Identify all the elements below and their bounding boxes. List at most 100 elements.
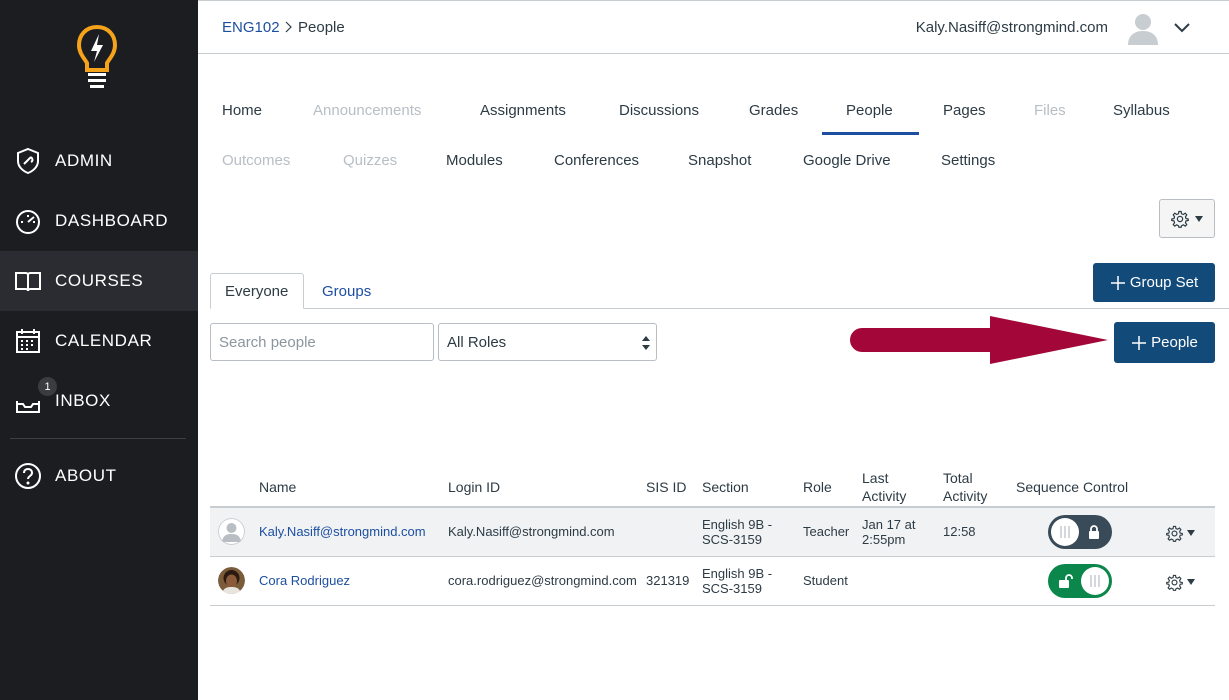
plus-icon: [1132, 335, 1147, 350]
tab-everyone[interactable]: Everyone: [210, 273, 304, 309]
tab-settings[interactable]: Settings: [941, 152, 995, 169]
group-set-label: Group Set: [1129, 274, 1199, 291]
section-line: English 9B -: [702, 517, 773, 532]
gear-icon: [1166, 574, 1183, 591]
caret-down-icon: [1195, 215, 1203, 222]
chevron-right-icon: [285, 21, 292, 33]
table-row: Kaly.Nasiff@strongmind.com Kaly.Nasiff@s…: [210, 508, 1215, 557]
tab-discussions[interactable]: Discussions: [619, 102, 699, 119]
table-row: Cora Rodriguez cora.rodriguez@strongmind…: [210, 557, 1215, 606]
tab-people[interactable]: People: [846, 102, 893, 119]
header-line: Activity: [943, 488, 988, 504]
tab-conferences[interactable]: Conferences: [554, 152, 639, 169]
add-group-set-button[interactable]: Group Set: [1093, 263, 1215, 302]
tab-syllabus[interactable]: Syllabus: [1113, 102, 1170, 119]
tab-announcements[interactable]: Announcements: [313, 102, 421, 119]
column-header-sequence-control[interactable]: Sequence Control: [1016, 478, 1128, 496]
tab-snapshot[interactable]: Snapshot: [688, 152, 751, 169]
sequence-control-toggle[interactable]: [1048, 515, 1112, 549]
column-header-section[interactable]: Section: [702, 478, 749, 496]
user-avatar-icon[interactable]: [1126, 11, 1160, 45]
tab-home[interactable]: Home: [222, 102, 262, 119]
last-activity-line: 2:55pm: [862, 532, 906, 547]
user-name-link[interactable]: Kaly.Nasiff@strongmind.com: [259, 524, 426, 539]
tab-files[interactable]: Files: [1034, 102, 1066, 119]
inbox-icon: 1: [14, 377, 57, 415]
column-header-role[interactable]: Role: [803, 478, 832, 496]
tab-google-drive[interactable]: Google Drive: [803, 152, 891, 169]
sidebar-item-inbox[interactable]: 1 INBOX: [0, 371, 198, 431]
tab-groups[interactable]: Groups: [308, 273, 385, 309]
user-avatar-photo[interactable]: [218, 567, 245, 594]
dashboard-gauge-icon: [14, 207, 42, 235]
breadcrumb-current-page: People: [298, 19, 345, 36]
sidebar-item-label: CALENDAR: [55, 331, 153, 350]
sidebar-item-label: COURSES: [55, 271, 144, 290]
sidebar-item-courses[interactable]: COURSES: [0, 251, 198, 311]
section-line: SCS-3159: [702, 532, 762, 547]
user-name-link[interactable]: Cora Rodriguez: [259, 573, 350, 588]
tab-quizzes[interactable]: Quizzes: [343, 152, 397, 169]
header-line: Activity: [862, 488, 907, 504]
column-header-total-activity[interactable]: Total Activity: [943, 469, 987, 505]
column-header-name[interactable]: Name: [259, 478, 296, 496]
roles-selected-value: All Roles: [447, 333, 507, 351]
grip-icon: [1090, 575, 1100, 587]
tab-assignments[interactable]: Assignments: [480, 102, 566, 119]
sidebar-item-dashboard[interactable]: DASHBOARD: [0, 191, 198, 251]
last-activity-line: Jan 17 at: [862, 517, 916, 532]
grip-icon: [1060, 526, 1070, 538]
tab-grades[interactable]: Grades: [749, 102, 798, 119]
sidebar-item-label: DASHBOARD: [55, 211, 169, 230]
login-id-cell: cora.rodriguez@strongmind.com: [448, 573, 637, 588]
tab-pages[interactable]: Pages: [943, 102, 986, 119]
sidebar-divider: [10, 438, 186, 439]
chevron-down-icon[interactable]: [1173, 21, 1191, 33]
row-settings-menu-button[interactable]: [1166, 524, 1198, 542]
toggle-knob: [1081, 567, 1109, 595]
lock-icon: [1089, 525, 1099, 539]
breadcrumb-course-link[interactable]: ENG102: [222, 19, 280, 36]
search-people-input[interactable]: [210, 323, 434, 361]
gear-icon: [1166, 525, 1183, 542]
header-line: Last: [862, 470, 889, 486]
top-bar: ENG102 People Kaly.Nasiff@strongmind.com: [198, 0, 1229, 54]
annotation-arrow: [850, 316, 1108, 364]
main-content: ENG102 People Kaly.Nasiff@strongmind.com…: [198, 0, 1229, 700]
user-email[interactable]: Kaly.Nasiff@strongmind.com: [916, 19, 1108, 36]
column-header-last-activity[interactable]: Last Activity: [862, 469, 906, 505]
sidebar-item-about[interactable]: ABOUT: [0, 446, 198, 506]
question-icon: [14, 462, 42, 490]
roles-filter-select[interactable]: All Roles: [438, 323, 657, 361]
login-id-cell: Kaly.Nasiff@strongmind.com: [448, 524, 615, 539]
sidebar-item-admin[interactable]: ADMIN: [0, 131, 198, 191]
row-settings-menu-button[interactable]: [1166, 573, 1198, 591]
global-sidebar: ADMIN DASHBOARD COURSES CALENDAR 1 INBOX…: [0, 0, 198, 700]
calendar-icon: [14, 327, 42, 355]
page-settings-menu-button[interactable]: [1159, 199, 1215, 238]
tab-modules[interactable]: Modules: [446, 152, 503, 169]
gear-icon: [1171, 210, 1189, 228]
section-line: SCS-3159: [702, 581, 762, 596]
toggle-knob: [1051, 518, 1079, 546]
sidebar-item-label: ABOUT: [55, 466, 117, 485]
column-header-login-id[interactable]: Login ID: [448, 478, 500, 496]
user-avatar-icon[interactable]: [218, 518, 245, 545]
caret-down-icon: [1187, 579, 1195, 585]
section-cell: English 9B - SCS-3159: [702, 517, 772, 547]
section-cell: English 9B - SCS-3159: [702, 566, 772, 596]
lightbulb-logo-icon[interactable]: [76, 24, 118, 90]
total-activity-cell: 12:58: [943, 524, 976, 539]
role-cell: Teacher: [803, 524, 850, 539]
add-people-label: People: [1151, 334, 1198, 351]
active-tab-indicator: [822, 132, 919, 135]
add-people-button[interactable]: People: [1114, 322, 1215, 363]
last-activity-cell: Jan 17 at 2:55pm: [862, 517, 916, 547]
column-header-sis-id[interactable]: SIS ID: [646, 478, 686, 496]
book-icon: [14, 267, 42, 295]
section-line: English 9B -: [702, 566, 773, 581]
sequence-control-toggle[interactable]: [1048, 564, 1112, 598]
tab-outcomes[interactable]: Outcomes: [222, 152, 290, 169]
caret-down-icon: [1187, 530, 1195, 536]
sidebar-item-calendar[interactable]: CALENDAR: [0, 311, 198, 371]
